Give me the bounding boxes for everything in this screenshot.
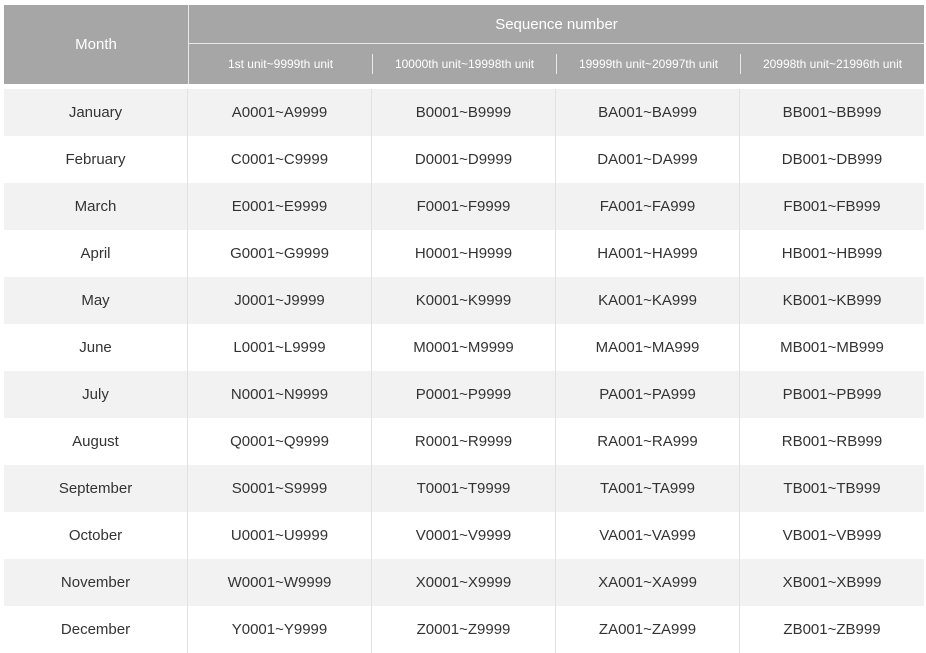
range-cell: E0001~E9999 [188, 183, 372, 230]
table-row: March E0001~E9999 F0001~F9999 FA001~FA99… [4, 183, 924, 230]
header-column-4: 20998th unit~21996th unit [762, 57, 903, 71]
range-cell: TB001~TB999 [783, 480, 881, 497]
table-row: January A0001~A9999 B0001~B9999 BA001~BA… [4, 89, 924, 136]
header-column-2: 10000th unit~19998th unit [394, 57, 535, 71]
range-cell: N0001~N9999 [188, 371, 372, 418]
range-cell: MA001~MA999 [556, 324, 740, 371]
header-sequence-number: Sequence number [495, 15, 618, 33]
range-cell: M0001~M9999 [372, 324, 556, 371]
range-cell: T0001~T9999 [372, 465, 556, 512]
range-cell: R0001~R9999 [372, 418, 556, 465]
range-cell: P0001~P9999 [372, 371, 556, 418]
table-row: November W0001~W9999 X0001~X9999 XA001~X… [4, 559, 924, 606]
range-cell: Z0001~Z9999 [372, 606, 556, 653]
table-row: July N0001~N9999 P0001~P9999 PA001~PA999… [4, 371, 924, 418]
header-column-1: 1st unit~9999th unit [227, 57, 334, 71]
range-cell: DB001~DB999 [781, 151, 883, 168]
range-cell: VB001~VB999 [782, 527, 882, 544]
month-cell: March [4, 183, 188, 230]
range-cell: VA001~VA999 [556, 512, 740, 559]
table-header: Month Sequence number 1st unit~9999th un… [4, 5, 924, 84]
range-cell: U0001~U9999 [188, 512, 372, 559]
month-cell: January [4, 89, 188, 136]
month-cell: December [4, 606, 188, 653]
table-row: June L0001~L9999 M0001~M9999 MA001~MA999… [4, 324, 924, 371]
range-cell: ZA001~ZA999 [556, 606, 740, 653]
range-cell: HB001~HB999 [781, 245, 883, 262]
range-cell: PB001~PB999 [782, 386, 882, 403]
table-row: April G0001~G9999 H0001~H9999 HA001~HA99… [4, 230, 924, 277]
range-cell: PA001~PA999 [556, 371, 740, 418]
range-cell: F0001~F9999 [372, 183, 556, 230]
month-cell: November [4, 559, 188, 606]
range-cell: C0001~C9999 [188, 136, 372, 183]
range-cell: G0001~G9999 [188, 230, 372, 277]
range-cell: MB001~MB999 [780, 339, 884, 356]
month-cell: August [4, 418, 188, 465]
range-cell: FB001~FB999 [783, 198, 881, 215]
range-cell: TA001~TA999 [556, 465, 740, 512]
table-row: February C0001~C9999 D0001~D9999 DA001~D… [4, 136, 924, 183]
range-cell: X0001~X9999 [372, 559, 556, 606]
table-row: May J0001~J9999 K0001~K9999 KA001~KA999 … [4, 277, 924, 324]
range-cell: RA001~RA999 [556, 418, 740, 465]
range-cell: DA001~DA999 [556, 136, 740, 183]
header-column-3: 19999th unit~20997th unit [578, 57, 719, 71]
range-cell: FA001~FA999 [556, 183, 740, 230]
header-month: Month [75, 36, 117, 53]
range-cell: J0001~J9999 [188, 277, 372, 324]
range-cell: H0001~H9999 [372, 230, 556, 277]
range-cell: BA001~BA999 [556, 89, 740, 136]
month-cell: October [4, 512, 188, 559]
range-cell: BB001~BB999 [782, 104, 882, 121]
month-cell: June [4, 324, 188, 371]
range-cell: A0001~A9999 [188, 89, 372, 136]
month-cell: April [4, 230, 188, 277]
range-cell: Y0001~Y9999 [188, 606, 372, 653]
table-body: January A0001~A9999 B0001~B9999 BA001~BA… [4, 89, 924, 653]
range-cell: L0001~L9999 [188, 324, 372, 371]
table-row: October U0001~U9999 V0001~V9999 VA001~VA… [4, 512, 924, 559]
range-cell: W0001~W9999 [188, 559, 372, 606]
range-cell: XB001~XB999 [782, 574, 882, 591]
range-cell: B0001~B9999 [372, 89, 556, 136]
range-cell: K0001~K9999 [372, 277, 556, 324]
month-cell: May [4, 277, 188, 324]
range-cell: V0001~V9999 [372, 512, 556, 559]
range-cell: XA001~XA999 [556, 559, 740, 606]
range-cell: D0001~D9999 [372, 136, 556, 183]
sequence-number-table: Month Sequence number 1st unit~9999th un… [0, 0, 926, 653]
range-cell: Q0001~Q9999 [188, 418, 372, 465]
range-cell: ZB001~ZB999 [783, 621, 881, 638]
range-cell: HA001~HA999 [556, 230, 740, 277]
month-cell: February [4, 136, 188, 183]
range-cell: S0001~S9999 [188, 465, 372, 512]
range-cell: RB001~RB999 [781, 433, 883, 450]
table-row: September S0001~S9999 T0001~T9999 TA001~… [4, 465, 924, 512]
table-row: December Y0001~Y9999 Z0001~Z9999 ZA001~Z… [4, 606, 924, 653]
table-row: August Q0001~Q9999 R0001~R9999 RA001~RA9… [4, 418, 924, 465]
month-cell: September [4, 465, 188, 512]
month-cell: July [4, 371, 188, 418]
range-cell: KB001~KB999 [782, 292, 882, 309]
range-cell: KA001~KA999 [556, 277, 740, 324]
